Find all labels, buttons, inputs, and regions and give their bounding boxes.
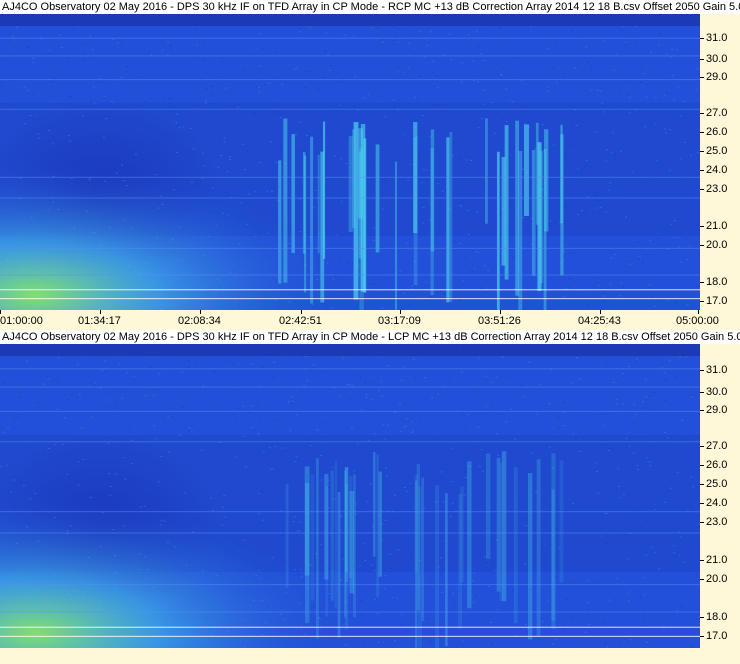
- time-label: 01:00:00: [0, 315, 43, 327]
- frequency-label: 25.0: [706, 478, 728, 490]
- frequency-label: 23.0: [706, 183, 728, 195]
- interference-line: [0, 635, 700, 637]
- frequency-label: 18.0: [706, 611, 728, 623]
- interference-line: [0, 298, 700, 300]
- interference-line: [0, 410, 700, 412]
- frequency-label: 26.0: [706, 126, 728, 138]
- frequency-label: 26.0: [706, 459, 728, 471]
- frequency-tick: [700, 77, 704, 78]
- interference-line: [0, 441, 700, 443]
- panel-title-lcp: AJ4CO Observatory 02 May 2016 - DPS 30 k…: [0, 330, 740, 344]
- time-label: 05:00:00: [676, 315, 719, 327]
- frequency-tick: [700, 392, 704, 393]
- time-axis: 01:00:00 01:34:17 02:08:34 02:42:51 03:17:09…: [0, 310, 740, 330]
- frequency-tick: [700, 465, 704, 466]
- frequency-label: 27.0: [706, 107, 728, 119]
- frequency-tick: [700, 446, 704, 447]
- frequency-tick: [700, 113, 704, 114]
- interference-line: [0, 37, 700, 39]
- frequency-label: 24.0: [706, 497, 728, 509]
- frequency-tick: [700, 503, 704, 504]
- interference-line: [0, 247, 700, 249]
- interference-line: [0, 79, 700, 81]
- frequency-tick: [700, 282, 704, 283]
- frequency-label: 29.0: [706, 404, 728, 416]
- frequency-label: 23.0: [706, 516, 728, 528]
- frequency-label: 20.0: [706, 239, 728, 251]
- frequency-label: 27.0: [706, 440, 728, 452]
- interference-line: [0, 626, 700, 628]
- frequency-tick: [700, 522, 704, 523]
- emission-glow: [0, 344, 700, 648]
- top-band: [0, 344, 700, 356]
- time-label: 02:08:34: [178, 315, 221, 327]
- frequency-tick: [700, 189, 704, 190]
- interference-line: [0, 532, 700, 534]
- frequency-tick: [700, 636, 704, 637]
- time-label: 02:42:51: [279, 315, 322, 327]
- frequency-tick: [700, 38, 704, 39]
- frequency-label: 30.0: [706, 386, 728, 398]
- frequency-label: 17.0: [706, 295, 728, 307]
- time-label: 01:34:17: [78, 315, 121, 327]
- frequency-label: 24.0: [706, 164, 728, 176]
- frequency-tick: [700, 170, 704, 171]
- frequency-label: 31.0: [706, 32, 728, 44]
- time-tick: [400, 310, 401, 314]
- interference-line: [0, 368, 700, 370]
- frequency-tick: [700, 560, 704, 561]
- spectrogram-rcp[interactable]: [0, 14, 700, 310]
- time-label: 03:17:09: [378, 315, 421, 327]
- frequency-label: 21.0: [706, 554, 728, 566]
- frequency-tick: [700, 410, 704, 411]
- frequency-label: 31.0: [706, 364, 728, 376]
- interference-line: [0, 386, 700, 388]
- time-tick: [301, 310, 302, 314]
- interference-line: [0, 55, 700, 57]
- emission-glow: [0, 14, 700, 310]
- frequency-tick: [700, 151, 704, 152]
- interference-line: [0, 289, 700, 291]
- frequency-label: 18.0: [706, 276, 728, 288]
- frequency-label: 29.0: [706, 71, 728, 83]
- frequency-tick: [700, 484, 704, 485]
- frequency-tick: [700, 301, 704, 302]
- interference-line: [0, 274, 700, 276]
- bottom-status-strip: [0, 648, 740, 664]
- frequency-tick: [700, 617, 704, 618]
- interference-line: [0, 108, 700, 110]
- interference-line: [0, 511, 700, 513]
- time-tick: [100, 310, 101, 314]
- frequency-label: 20.0: [706, 573, 728, 585]
- frequency-label: 17.0: [706, 630, 728, 642]
- frequency-axis-lcp: 31.0 30.0 29.0 27.0 26.0 25.0 24.0 23.0 21.0 20.0…: [700, 344, 740, 648]
- interference-line: [0, 176, 700, 178]
- frequency-tick: [700, 579, 704, 580]
- frequency-tick: [700, 245, 704, 246]
- time-label: 04:25:43: [578, 315, 621, 327]
- time-tick: [500, 310, 501, 314]
- frequency-tick: [700, 132, 704, 133]
- interference-line: [0, 197, 700, 199]
- time-tick: [0, 310, 1, 314]
- frequency-tick: [700, 226, 704, 227]
- panel-title-rcp: AJ4CO Observatory 02 May 2016 - DPS 30 k…: [0, 0, 740, 14]
- time-tick: [600, 310, 601, 314]
- frequency-label: 21.0: [706, 220, 728, 232]
- time-label: 03:51:26: [478, 315, 521, 327]
- frequency-tick: [700, 59, 704, 60]
- interference-line: [0, 584, 700, 586]
- time-tick: [698, 310, 699, 314]
- frequency-tick: [700, 370, 704, 371]
- frequency-label: 30.0: [706, 53, 728, 65]
- frequency-label: 25.0: [706, 145, 728, 157]
- top-band: [0, 14, 700, 26]
- frequency-axis-rcp: 31.0 30.0 29.0 27.0 26.0 25.0 24.0 23.0 21.0 20.0…: [700, 14, 740, 310]
- interference-line: [0, 611, 700, 613]
- spectrogram-lcp[interactable]: [0, 344, 700, 648]
- time-tick: [200, 310, 201, 314]
